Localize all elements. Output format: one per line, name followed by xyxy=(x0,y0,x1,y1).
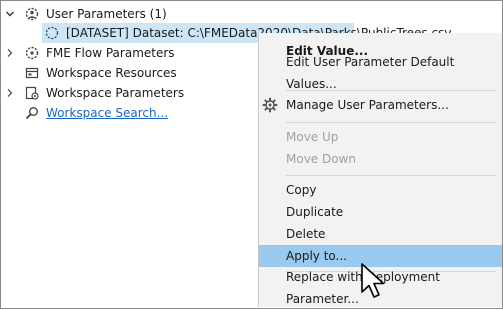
menu-item-copy[interactable]: Copy xyxy=(259,179,502,201)
tree-item-workspace-parameters[interactable]: Workspace Parameters xyxy=(0,83,258,103)
gear-icon xyxy=(262,97,278,113)
menu-item-manage-user-parameters[interactable]: Manage User Parameters... xyxy=(259,94,502,116)
menu-separator xyxy=(286,122,496,123)
tree-item-label: FME Flow Parameters xyxy=(46,46,175,60)
menu-item-label: Copy xyxy=(286,183,317,197)
tree-item-workspace-search[interactable]: Workspace Search... xyxy=(0,103,258,123)
chevron-right-icon[interactable] xyxy=(5,83,15,103)
tree-item-workspace-resources[interactable]: Workspace Resources xyxy=(0,63,258,83)
menu-item-move-down[interactable]: Move Down xyxy=(259,148,502,170)
menu-item-label: Edit User Parameter Default Values... xyxy=(286,55,455,91)
menu-item-delete[interactable]: Delete xyxy=(259,223,502,245)
tree-item-label: User Parameters (1) xyxy=(46,7,167,21)
workspace-resources-icon xyxy=(24,65,40,81)
menu-item-duplicate[interactable]: Duplicate xyxy=(259,201,502,223)
parameter-icon xyxy=(44,25,60,41)
menu-item-move-up[interactable]: Move Up xyxy=(259,126,502,148)
menu-item-label: Duplicate xyxy=(286,205,344,219)
tree-item-label: Workspace Parameters xyxy=(46,86,185,100)
menu-separator xyxy=(286,90,496,91)
menu-item-label: Replace with Deployment Parameter... xyxy=(286,270,440,306)
tree-item-label: Workspace Resources xyxy=(46,66,177,80)
workspace-search-link[interactable]: Workspace Search... xyxy=(46,103,168,123)
menu-item-label: Move Up xyxy=(286,130,339,144)
chevron-down-icon[interactable] xyxy=(5,4,15,24)
chevron-right-icon[interactable] xyxy=(5,43,15,63)
menu-separator xyxy=(286,175,496,176)
menu-item-label: Delete xyxy=(286,227,326,241)
menu-item-label: Move Down xyxy=(286,152,356,166)
fme-flow-icon xyxy=(24,45,40,61)
menu-item-label: Manage User Parameters... xyxy=(286,98,449,112)
user-parameters-icon xyxy=(24,6,40,22)
tree-item-fme-flow-parameters[interactable]: FME Flow Parameters xyxy=(0,43,258,63)
mouse-pointer-icon xyxy=(360,262,388,300)
tree-item-user-parameters[interactable]: User Parameters (1) xyxy=(0,4,503,24)
menu-item-label: Apply to... xyxy=(286,249,347,263)
workspace-parameters-icon xyxy=(24,85,40,101)
menu-item-edit-default-values[interactable]: Edit User Parameter Default Values... xyxy=(259,55,502,91)
search-icon xyxy=(24,105,40,121)
